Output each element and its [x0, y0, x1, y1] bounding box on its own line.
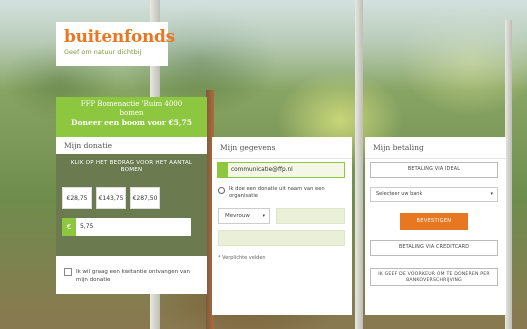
- organisation-radio[interactable]: [218, 187, 225, 194]
- custom-amount-input[interactable]: € 5,75: [62, 218, 191, 236]
- euro-icon: €: [62, 218, 76, 236]
- receipt-option: Ik wil graag een kwitantie ontvangen van…: [56, 256, 207, 294]
- amount-option-3[interactable]: €287,50: [130, 187, 160, 209]
- amount-option-1[interactable]: €28,75: [62, 187, 92, 209]
- campaign-banner: FFP Bomenactie 'Ruim 4000 bomen Doneer e…: [56, 97, 207, 137]
- amount-instruction: KLIK OP HET BEDRAG VOOR HET AANTAL BOMEN: [70, 160, 193, 173]
- email-value: communicatie@ffp.nl: [231, 167, 293, 173]
- email-field[interactable]: communicatie@ffp.nl: [217, 162, 345, 178]
- confirm-button[interactable]: BEVESTIGEN: [400, 213, 468, 230]
- email-icon: [218, 163, 228, 177]
- bank-transfer-button[interactable]: IK GEEF DE VOORKEUR OM TE DONEREN PER BA…: [370, 268, 498, 286]
- required-fields-note: * Verplichte velden: [218, 255, 266, 261]
- salutation-value: Mevrouw: [225, 213, 250, 219]
- receipt-checkbox-label: Ik wil graag een kwitantie ontvangen van…: [76, 269, 190, 283]
- payment-title: Mijn betaling: [365, 137, 506, 159]
- ideal-payment-button[interactable]: BETALING VIA IDEAL: [370, 162, 498, 178]
- custom-amount-value: 5,75: [80, 223, 94, 230]
- buitenfonds-logo[interactable]: buitenfonds Geef om natuur dichtbij: [56, 22, 175, 66]
- organisation-radio-label: Ik doe een donatie uit naam van een orga…: [229, 186, 325, 199]
- tree-trunk: [505, 20, 512, 329]
- logo-wordmark: buitenfonds: [64, 27, 175, 47]
- bank-select[interactable]: Selecteer uw bank ▾: [370, 187, 498, 202]
- salutation-select[interactable]: Mevrouw ▾: [218, 208, 270, 224]
- personal-details-title: Mijn gegevens: [212, 137, 352, 159]
- tree-trunk: [355, 0, 363, 329]
- receipt-checkbox[interactable]: [64, 268, 72, 276]
- first-name-field[interactable]: [276, 208, 345, 224]
- logo-slogan: Geef om natuur dichtbij: [64, 48, 142, 56]
- chevron-down-icon: ▾: [262, 213, 265, 219]
- last-name-field[interactable]: [218, 230, 345, 246]
- donation-section-title: Mijn donatie: [56, 137, 207, 154]
- amount-option-2[interactable]: €143,75: [96, 187, 126, 209]
- bank-select-value: Selecteer uw bank: [376, 191, 423, 197]
- creditcard-payment-button[interactable]: BETALING VIA CREDITCARD: [370, 240, 498, 256]
- chevron-down-icon: ▾: [490, 191, 493, 197]
